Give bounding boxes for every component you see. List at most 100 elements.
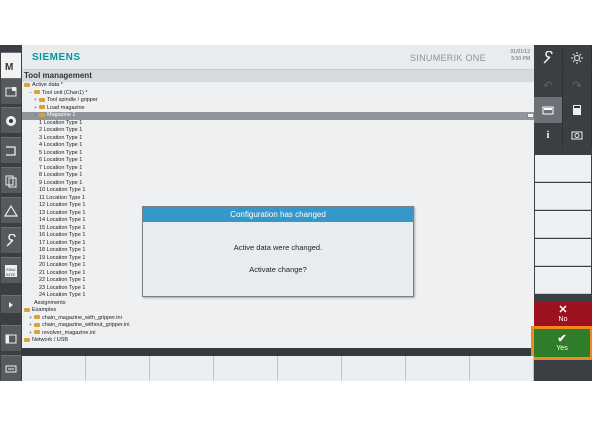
machine-area-icon[interactable]: M: [1, 52, 21, 78]
tree-row[interactable]: 11 Location Type 1: [22, 195, 534, 203]
softkey-horizontal-1[interactable]: [22, 356, 86, 381]
tree-row[interactable]: − Tool unit (Chan1) *: [22, 90, 534, 98]
tree-row-label: 17 Location Type 1: [39, 239, 86, 246]
program-manager-icon[interactable]: [1, 137, 21, 163]
tree-row-label: 1 Location Type 1: [39, 119, 83, 126]
tree-row-label: Tool unit (Chan1) *: [42, 89, 88, 96]
tree-row[interactable]: 8 Location Type 1: [22, 172, 534, 180]
tree-row-label: 16 Location Type 1: [39, 232, 86, 238]
tree-row[interactable]: + chain_magazine_with_gripper.ini: [22, 315, 534, 323]
softkey-horizontal-6[interactable]: [342, 356, 406, 381]
tree-row-label: 6 Location Type 1: [39, 157, 83, 163]
tree-row-label: 12 Location Type 1: [39, 202, 86, 208]
softkey-horizontal-3[interactable]: [150, 356, 214, 381]
tree-row-label: 21 Location Type 1: [39, 269, 86, 276]
folder-icon: [39, 112, 45, 117]
parameter-icon[interactable]: [1, 78, 21, 104]
dialog-title: Configuration has changed: [143, 207, 413, 222]
tree-row-label: Assignments: [34, 299, 66, 306]
tree-row[interactable]: Active data *: [22, 82, 534, 90]
row-menu-icon[interactable]: ···: [527, 113, 534, 118]
right-row-2: ↶ ↷: [534, 72, 592, 98]
softkey-horizontal-5[interactable]: [278, 356, 342, 381]
softkey-horizontal-2[interactable]: [86, 356, 150, 381]
program-icon[interactable]: [1, 107, 21, 133]
keyboard-icon[interactable]: [1, 355, 21, 381]
softkey-horizontal-4[interactable]: [214, 356, 278, 381]
hmi-screen: M SINU INTE SIEMENS SINUMERIK ONE 01/01/…: [0, 45, 592, 381]
softkey-horizontal-7[interactable]: [406, 356, 470, 381]
tree-row[interactable]: 3 Location Type 1: [22, 135, 534, 143]
folder-icon: [34, 315, 40, 320]
tree-row[interactable]: + revolver_magazine.ini: [22, 330, 534, 338]
display-icon[interactable]: [534, 97, 563, 123]
right-row-4: i: [534, 122, 592, 148]
tree-row[interactable]: + chain_magazine_without_gripper.ini: [22, 322, 534, 330]
softkey-vertical-3[interactable]: [535, 211, 591, 238]
settings-sun-icon[interactable]: [563, 45, 592, 71]
no-button[interactable]: ✕ No: [534, 301, 592, 327]
tree-row-label: chain_magazine_with_gripper.ini: [42, 314, 122, 321]
siemens-logo: SIEMENS: [32, 52, 81, 63]
tree-row[interactable]: + Load magazine: [22, 105, 534, 113]
softkey-vertical-4[interactable]: [535, 239, 591, 266]
tree-row-label: Tool spindle / gripper: [47, 97, 98, 103]
header-bar: SIEMENS SINUMERIK ONE 01/01/12 5:50 PM: [22, 45, 534, 70]
tree-row[interactable]: 7 Location Type 1: [22, 165, 534, 173]
documents-icon[interactable]: [1, 167, 21, 193]
tree-row-label: 22 Location Type 1: [39, 277, 86, 283]
folder-icon: [34, 90, 40, 95]
tree-row[interactable]: − Magazine 1 ···: [22, 112, 534, 120]
tree-row[interactable]: Assignments: [22, 300, 534, 308]
folder-icon: [34, 322, 40, 327]
date-text: 01/01/12: [510, 49, 530, 55]
tree-row[interactable]: 2 Location Type 1: [22, 127, 534, 135]
tree-row[interactable]: Network / USB: [22, 337, 534, 345]
camera-icon[interactable]: [563, 122, 592, 148]
tree-row-label: 24 Location Type 1: [39, 292, 86, 298]
yes-button[interactable]: ✔ Yes: [531, 326, 592, 360]
tree-row-label: 5 Location Type 1: [39, 149, 83, 156]
folder-icon: [24, 307, 30, 312]
tree-row[interactable]: 4 Location Type 1: [22, 142, 534, 150]
diagnostics-warning-icon[interactable]: [1, 197, 21, 223]
product-name: SINUMERIK ONE: [410, 53, 486, 63]
right-top-row: [534, 45, 592, 71]
right-row-3: [534, 97, 592, 123]
checkmark-icon: ✔: [557, 333, 567, 345]
tree-row[interactable]: + Tool spindle / gripper: [22, 97, 534, 105]
tree-row-label: 11 Location Type 1: [39, 194, 85, 201]
wrench-icon[interactable]: [534, 45, 563, 71]
setup-wrench-icon[interactable]: [1, 227, 21, 253]
tree-row-label: Network / USB: [32, 337, 69, 343]
window-icon[interactable]: [1, 325, 21, 351]
redo-icon[interactable]: ↷: [563, 72, 592, 98]
page-title: Tool management: [22, 70, 534, 82]
folder-icon: [39, 97, 45, 102]
tree-row[interactable]: Examples: [22, 307, 534, 315]
undo-icon[interactable]: ↶: [534, 72, 563, 98]
folder-icon: [24, 337, 30, 342]
info-icon[interactable]: i: [534, 122, 563, 148]
softkey-vertical-1[interactable]: [535, 155, 591, 182]
folder-icon: [24, 82, 30, 87]
close-x-icon: ✕: [558, 304, 568, 316]
tree-row-label: 4 Location Type 1: [39, 142, 83, 148]
softkey-vertical-5[interactable]: [535, 267, 591, 294]
tree-row[interactable]: 1 Location Type 1: [22, 120, 534, 128]
left-vertical-toolbar: M SINU INTE: [0, 45, 22, 381]
tree-row[interactable]: 9 Location Type 1: [22, 180, 534, 188]
tree-row-label: 15 Location Type 1: [39, 224, 86, 231]
tree-row[interactable]: 10 Location Type 1: [22, 187, 534, 195]
calculator-icon[interactable]: [563, 97, 592, 123]
sinumerik-integrate-icon[interactable]: SINU INTE: [1, 257, 21, 283]
softkey-horizontal-8[interactable]: [470, 356, 534, 381]
svg-text:M: M: [5, 62, 13, 73]
tree-row-label: 20 Location Type 1: [39, 262, 86, 268]
tree-row-label: 13 Location Type 1: [39, 209, 86, 216]
expand-arrow-icon[interactable]: [1, 295, 21, 313]
tree-row-label: 18 Location Type 1: [39, 247, 86, 253]
tree-row[interactable]: 6 Location Type 1: [22, 157, 534, 165]
tree-row[interactable]: 5 Location Type 1: [22, 150, 534, 158]
softkey-vertical-2[interactable]: [535, 183, 591, 210]
